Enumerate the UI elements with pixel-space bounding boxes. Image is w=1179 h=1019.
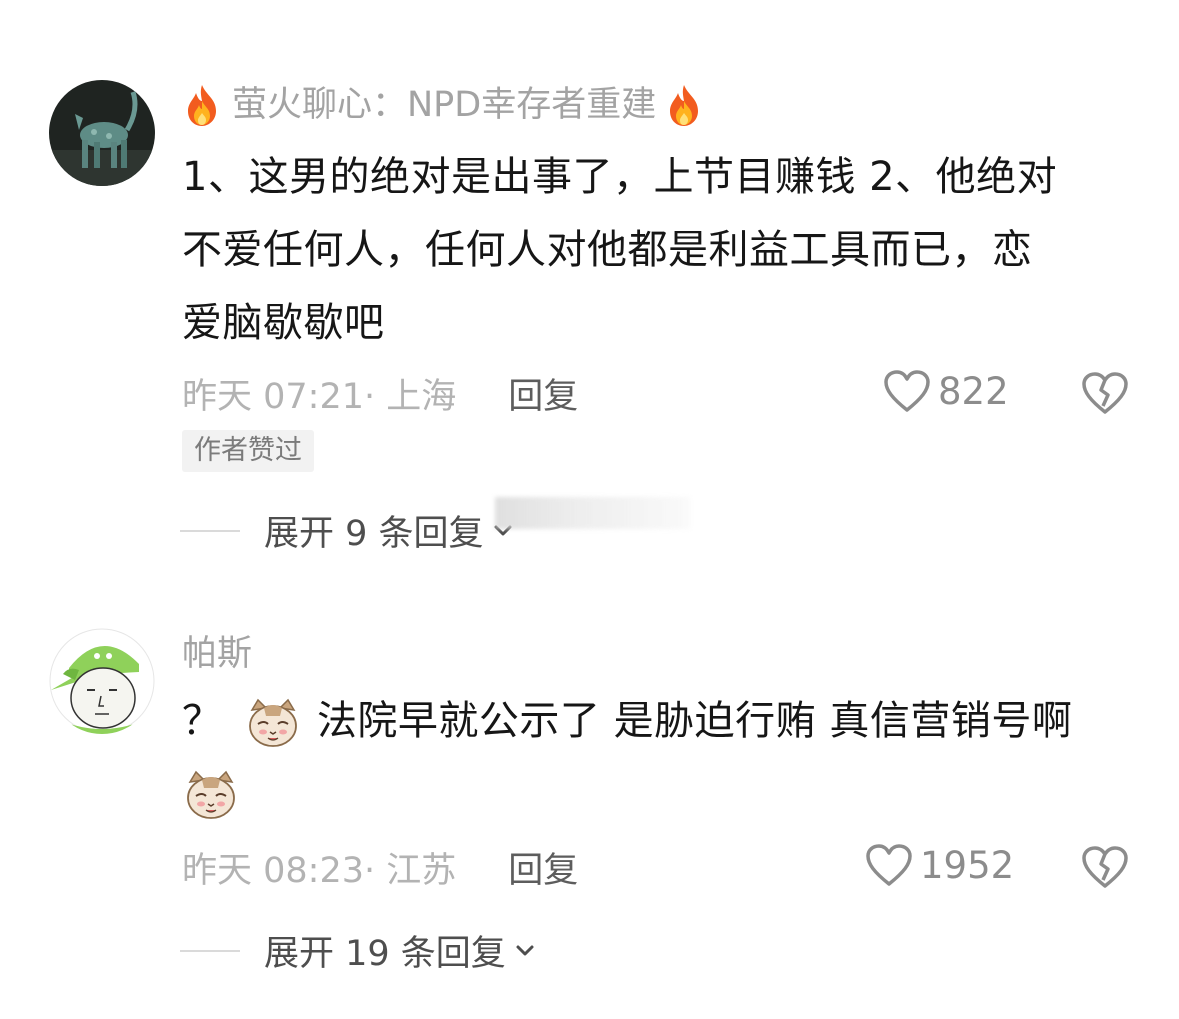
comment-meta: 昨天 08:23· 江苏 回复 [182, 842, 1179, 892]
dislike-button[interactable] [1080, 368, 1130, 418]
comment-text-line: 不爱任何人，任何人对他都是利益工具而已，恋 [182, 227, 1033, 273]
comment-text-line: 爱脑歇歇吧 [182, 300, 385, 346]
expand-replies-label: 展开 9 条回复 [264, 514, 484, 554]
comment-text-prefix: ？ [182, 698, 223, 744]
cat-face-emoji-icon [248, 698, 297, 747]
heart-outline-icon [884, 370, 930, 412]
divider-dash [180, 529, 240, 532]
avatar[interactable] [49, 628, 155, 734]
cat-face-emoji-icon [187, 770, 235, 819]
comment-text-line: 1、这男的绝对是出事了，上节目赚钱 2、他绝对 [182, 154, 1058, 200]
username-text: 萤火聊心：NPD幸存者重建 [232, 85, 657, 125]
fire-emoji-icon [670, 85, 699, 126]
like-button[interactable]: 822 [882, 368, 1009, 414]
like-count: 1952 [920, 843, 1015, 887]
username-text: 帕斯 [182, 634, 253, 674]
reply-button[interactable]: 回复 [508, 368, 578, 419]
comment-username[interactable]: 帕斯 [182, 630, 1119, 678]
like-count: 822 [938, 369, 1009, 413]
expand-replies-button[interactable]: 展开 19 条回复 [180, 925, 538, 976]
comment-meta: 昨天 07:21· 上海 回复 [182, 368, 1179, 418]
comment-username[interactable]: 萤火聊心：NPD幸存者重建 [182, 81, 1119, 129]
comment-text[interactable]: 1、这男的绝对是出事了，上节目赚钱 2、他绝对 不爱任何人，任何人对他都是利益工… [182, 141, 1122, 360]
blurred-overlay [495, 497, 690, 529]
avatar[interactable] [49, 80, 155, 186]
comment-text-main: 法院早就公示了 是胁迫行贿 真信营销号啊 [316, 698, 1073, 744]
chevron-down-icon [516, 945, 534, 955]
broken-heart-icon [1082, 372, 1128, 414]
author-liked-badge: 作者赞过 [182, 430, 314, 472]
comment-text[interactable]: ？ 法院早就公示了 是胁迫行贿 真信营销号啊 [182, 685, 1122, 831]
like-button[interactable]: 1952 [864, 842, 1014, 888]
reply-button[interactable]: 回复 [508, 842, 578, 893]
broken-heart-icon [1082, 846, 1128, 888]
expand-replies-button[interactable]: 展开 9 条回复 [180, 505, 516, 556]
heart-outline-icon [866, 844, 912, 886]
expand-replies-label: 展开 19 条回复 [264, 934, 506, 974]
fire-emoji-icon [188, 85, 216, 126]
time-location: 昨天 08:23· 江苏 [182, 850, 457, 891]
dislike-button[interactable] [1080, 842, 1130, 892]
divider-dash [180, 949, 240, 952]
time-location: 昨天 07:21· 上海 [182, 376, 457, 417]
